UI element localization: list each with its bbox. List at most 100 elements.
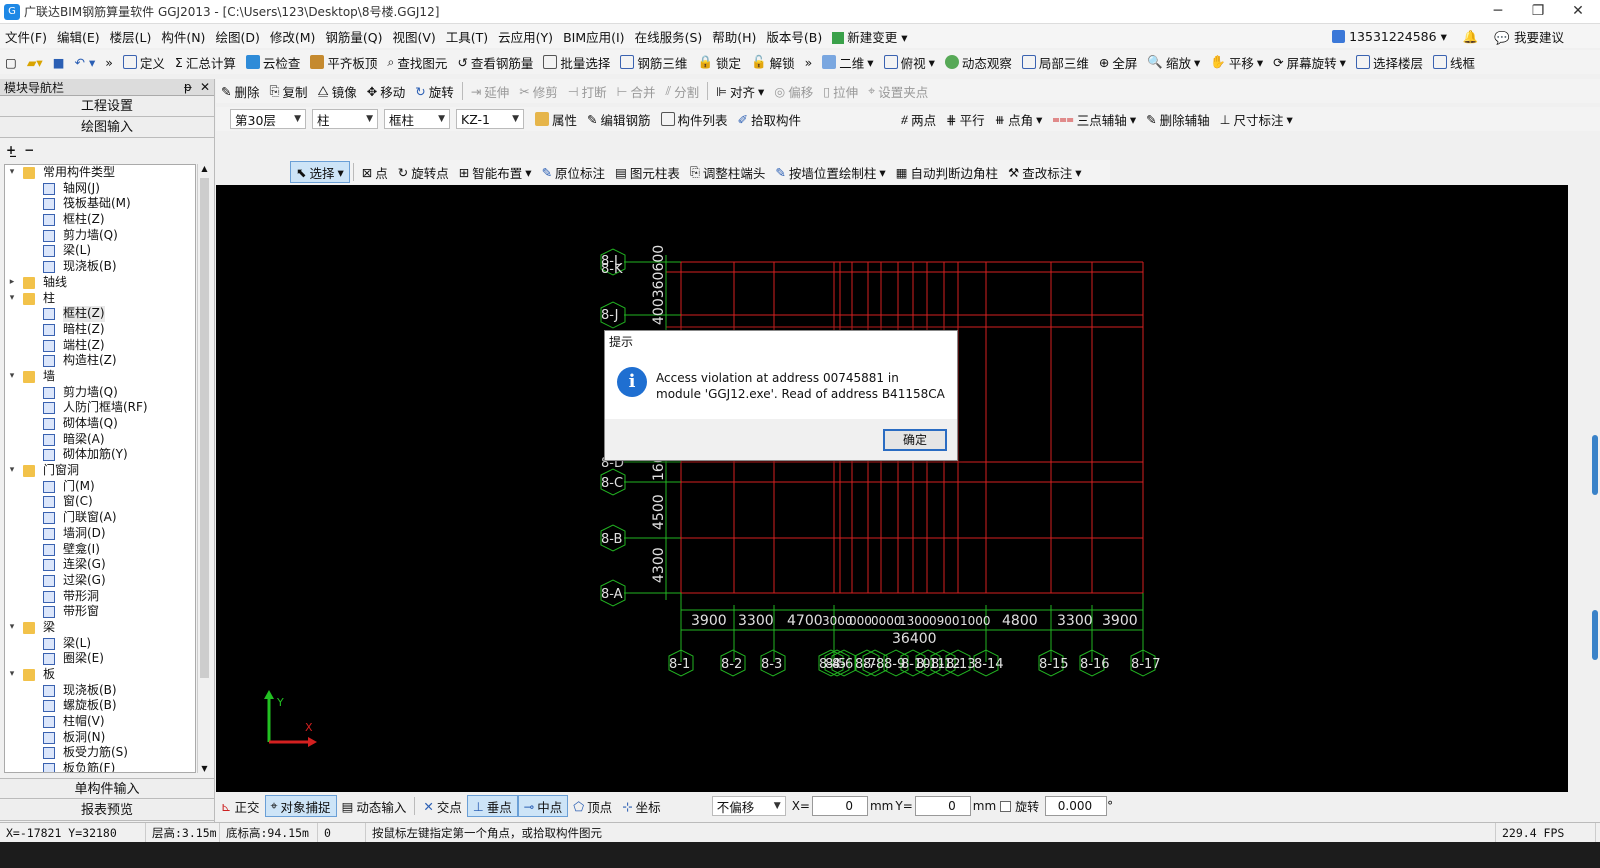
object-snap-button[interactable]: ⌖ 对象捕捉 (264, 795, 337, 817)
tree-item[interactable]: 筏板基础(M) (5, 196, 195, 212)
zoom-button[interactable]: 🔍 缩放 ▾ (1142, 51, 1205, 73)
tree-item[interactable]: 带形窗 (5, 604, 195, 620)
break-button[interactable]: ⊣ 打断 (563, 80, 612, 102)
find-element-button[interactable]: ⌕ 查找图元 (382, 51, 452, 73)
inplace-annotate-button[interactable]: ✎ 原位标注 (537, 161, 611, 183)
tree-item[interactable]: 端柱(Z) (5, 338, 195, 354)
tree-item[interactable]: 门(M) (5, 479, 195, 495)
view-2d-button[interactable]: 二维 ▾ (817, 51, 878, 73)
axis-grid-drawing[interactable]: 8-L 8-K 8-J 8-D 8-C 8-B 8-A 400360600 16… (216, 185, 1568, 792)
scroll-up-icon[interactable]: ▲ (198, 164, 211, 173)
point-angle-button[interactable]: ⧻ 点角 ▾ (990, 108, 1048, 130)
tree-item[interactable]: 窗(C) (5, 494, 195, 510)
x-offset-input[interactable]: 0 (811, 796, 868, 816)
tree-item[interactable]: 暗梁(A) (5, 432, 195, 448)
save-icon[interactable]: ■ (48, 51, 70, 73)
tree-item[interactable]: 圈梁(E) (5, 651, 195, 667)
three-point-axis-button[interactable]: ⩶ 三点辅轴 ▾ (1047, 108, 1141, 130)
restore-button[interactable]: ❐ (1518, 0, 1558, 24)
stretch-button[interactable]: ▯ 拉伸 (818, 80, 863, 102)
collapse-icon[interactable]: ▾ (7, 463, 17, 479)
type-select[interactable]: 柱 ▼ (312, 109, 378, 129)
tree-folder[interactable]: ▸ 轴线 (5, 275, 195, 291)
floor-select[interactable]: 第30层 ▼ (230, 109, 306, 129)
dynamic-input-button[interactable]: ▤ 动态输入 (337, 795, 412, 817)
tree-item[interactable]: 砌体墙(Q) (5, 416, 195, 432)
offset-mode-select[interactable]: 不偏移 ▼ (711, 796, 786, 816)
vertex-snap-button[interactable]: ⬠ 顶点 (568, 795, 617, 817)
menu-cloud[interactable]: 云应用(Y) (493, 27, 558, 46)
summary-calc-button[interactable]: Σ 汇总计算 (170, 51, 241, 73)
pick-component-button[interactable]: ✐ 拾取构件 (733, 108, 807, 130)
menu-bim[interactable]: BIM应用(I) (558, 27, 630, 46)
right-scroll-thumb-upper[interactable] (1592, 435, 1598, 495)
pan-button[interactable]: ✋ 平移 ▾ (1205, 51, 1268, 73)
tree-item[interactable]: 框柱(Z) (5, 306, 195, 322)
batch-select-button[interactable]: 批量选择 (538, 51, 615, 73)
project-settings-button[interactable]: 工程设置 (0, 96, 214, 117)
collapse-icon[interactable]: ▾ (7, 620, 17, 636)
split-button[interactable]: ⫽ 分割 (661, 80, 705, 102)
right-scroll-thumb-lower[interactable] (1592, 610, 1598, 660)
rebar-3d-button[interactable]: 钢筋三维 (615, 51, 692, 73)
two-point-axis-button[interactable]: ⧣ 两点 (896, 108, 941, 130)
ok-button[interactable]: 确定 (883, 429, 947, 451)
tree-item[interactable]: 过梁(G) (5, 573, 195, 589)
tree-item[interactable]: 连梁(G) (5, 557, 195, 573)
menu-tools[interactable]: 工具(T) (441, 27, 493, 46)
tree-item[interactable]: 梁(L) (5, 243, 195, 259)
tree-item[interactable]: 构造柱(Z) (5, 353, 195, 369)
menu-modify[interactable]: 修改(M) (265, 27, 321, 46)
select-floor-button[interactable]: 选择楼层 (1351, 51, 1428, 73)
align-slab-top-button[interactable]: 平齐板顶 (305, 51, 382, 73)
tree-item[interactable]: 现浇板(B) (5, 683, 195, 699)
tree-item[interactable]: 人防门框墙(RF) (5, 400, 195, 416)
fullscreen-button[interactable]: ⊕ 全屏 (1094, 51, 1143, 73)
menu-floor[interactable]: 楼层(L) (105, 27, 157, 46)
extend-button[interactable]: ⇥ 延伸 (466, 80, 515, 102)
open-file-icon[interactable]: ▰▾ (22, 51, 48, 73)
menu-view[interactable]: 视图(V) (387, 27, 440, 46)
tree-folder[interactable]: ▾ 墙 (5, 369, 195, 385)
tree-item[interactable]: 梁(L) (5, 636, 195, 652)
perpendicular-snap-button[interactable]: ⊥ 垂点 (466, 795, 518, 817)
ortho-button[interactable]: ⊾ 正交 (216, 795, 265, 817)
tree-item[interactable]: 板受力筋(S) (5, 745, 195, 761)
tree-folder[interactable]: ▾ 梁 (5, 620, 195, 636)
tree-item[interactable]: 门联窗(A) (5, 510, 195, 526)
tree-folder[interactable]: ▾ 常用构件类型 (5, 165, 195, 181)
collapse-all-icon[interactable]: − (24, 143, 34, 157)
collapse-icon[interactable]: ▾ (7, 165, 17, 181)
tree-folder[interactable]: ▾ 柱 (5, 291, 195, 307)
menu-component[interactable]: 构件(N) (156, 27, 210, 46)
menu-new-change[interactable]: 新建变更 ▾ (827, 27, 912, 46)
tree-item[interactable]: 带形洞 (5, 589, 195, 605)
tree-item[interactable]: 现浇板(B) (5, 259, 195, 275)
merge-button[interactable]: ⊢ 合并 (612, 80, 661, 102)
screen-rotate-button[interactable]: ⟳ 屏幕旋转 ▾ (1268, 51, 1351, 73)
intersection-snap-button[interactable]: ✕ 交点 (418, 795, 467, 817)
rotate-angle-input[interactable]: 0.000 (1045, 796, 1108, 816)
define-button[interactable]: 定义 (118, 51, 170, 73)
coordinate-snap-button[interactable]: ⊹ 坐标 (617, 795, 666, 817)
smart-layout-button[interactable]: ⊞ 智能布置 ▾ (454, 161, 537, 183)
overflow-icon[interactable]: » (100, 51, 118, 73)
menu-online[interactable]: 在线服务(S) (630, 27, 708, 46)
draw-by-wall-button[interactable]: ✎ 按墙位置绘制柱 ▾ (770, 161, 890, 183)
copy-button[interactable]: ⎘ 复制 (265, 80, 313, 102)
element-select[interactable]: KZ-1 ▼ (456, 109, 524, 129)
move-button[interactable]: ✥ 移动 (362, 80, 411, 102)
tree-item[interactable]: 墙洞(D) (5, 526, 195, 542)
report-preview-button[interactable]: 报表预览 (0, 800, 214, 821)
tree-item[interactable]: 壁龛(I) (5, 542, 195, 558)
orbit-button[interactable]: 动态观察 (940, 51, 1017, 73)
local-3d-button[interactable]: 局部三维 (1017, 51, 1094, 73)
user-account[interactable]: 13531224586 ▾ (1332, 29, 1447, 44)
auto-corner-button[interactable]: ▦ 自动判断边角柱 (891, 161, 1003, 183)
bell-icon[interactable]: 🔔 (1463, 29, 1479, 45)
menu-help[interactable]: 帮助(H) (707, 27, 761, 46)
set-grip-button[interactable]: ⌖ 设置夹点 (863, 80, 933, 102)
minimize-button[interactable]: ─ (1478, 0, 1518, 24)
component-list-button[interactable]: 构件列表 (656, 108, 733, 130)
select-button[interactable]: ⬉ 选择 ▾ (290, 161, 350, 183)
